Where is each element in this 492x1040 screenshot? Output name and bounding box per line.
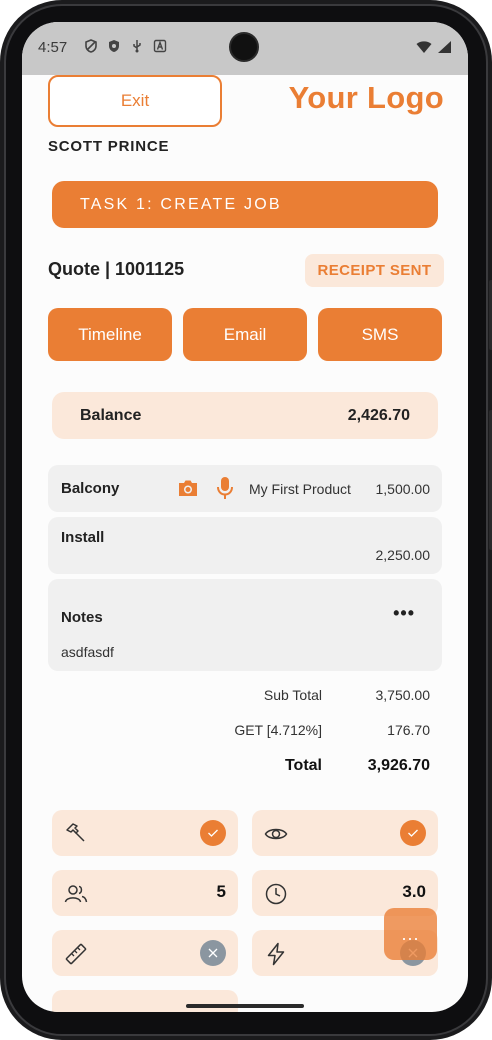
text-a-icon [153, 39, 167, 53]
line-item-price: 2,250.00 [375, 547, 431, 563]
people-count: 5 [216, 882, 226, 901]
microphone-icon[interactable] [214, 476, 236, 500]
lightning-icon [267, 942, 285, 966]
subtotal-value: 3,750.00 [375, 687, 431, 703]
line-item[interactable]: Balcony My First Product 1,500.00 [48, 465, 442, 512]
quote-actions: Timeline Email SMS [48, 308, 443, 361]
tile-ruler[interactable] [52, 930, 238, 976]
people-icon [64, 885, 88, 903]
signal-icon [438, 41, 451, 53]
notes-text: asdfasdf [61, 644, 114, 660]
line-item-name: Install [61, 529, 105, 546]
notes-menu-button[interactable]: ••• [393, 603, 415, 624]
line-item[interactable]: Install 2,250.00 [48, 517, 442, 574]
hammer-icon [66, 823, 85, 842]
status-bar: 4:57 [22, 22, 468, 75]
total-label: Total [284, 757, 322, 774]
status-time: 4:57 [38, 39, 68, 56]
email-button[interactable]: Email [183, 308, 307, 361]
notes-card: Notes ••• asdfasdf [48, 579, 442, 671]
timeline-button[interactable]: Timeline [48, 308, 172, 361]
close-icon[interactable] [200, 940, 226, 966]
total-row: Total 3,926.70 [48, 752, 442, 787]
ruler-icon [65, 943, 87, 965]
camera-icon[interactable] [177, 477, 199, 499]
phone-frame: 4:57 Exit Your Logo SCOTT PRINCE TASK 1:… [0, 0, 492, 1040]
wifi-icon [416, 41, 432, 53]
blocked-icon [85, 39, 97, 53]
subtotal-label: Sub Total [263, 687, 322, 703]
eye-icon [264, 828, 288, 840]
balance-row: Balance 2,426.70 [52, 392, 438, 439]
status-badge: RECEIPT SENT [305, 254, 444, 287]
clock-icon [265, 883, 287, 905]
sms-button[interactable]: SMS [318, 308, 442, 361]
tile-eye[interactable] [252, 810, 438, 856]
task-button[interactable]: TASK 1: CREATE JOB [52, 181, 438, 228]
tile-people[interactable]: 5 [52, 870, 238, 916]
tile-partial[interactable] [52, 990, 238, 1012]
line-item-price: 1,500.00 [375, 481, 431, 497]
shield-icon [109, 40, 119, 52]
app-screen: 4:57 Exit Your Logo SCOTT PRINCE TASK 1:… [22, 22, 468, 1012]
tile-hammer[interactable] [52, 810, 238, 856]
usb-icon [133, 40, 141, 53]
total-value: 3,926.70 [367, 757, 430, 774]
company-logo: Your Logo [288, 80, 444, 115]
line-item-name: Balcony [61, 480, 120, 497]
check-icon[interactable] [200, 820, 226, 846]
more-fab-button[interactable]: ... [384, 908, 437, 960]
subtotal-row: Sub Total 3,750.00 [48, 682, 442, 717]
front-camera [229, 32, 259, 62]
tax-row: GET [4.712%] 176.70 [48, 717, 442, 752]
notes-label: Notes [61, 609, 103, 626]
status-system-icons [416, 40, 452, 54]
status-notification-icons [84, 39, 167, 53]
home-indicator[interactable] [186, 1004, 304, 1008]
line-item-product: My First Product [249, 481, 351, 497]
hours-value: 3.0 [402, 882, 426, 901]
balance-value: 2,426.70 [347, 406, 410, 424]
tax-label: GET [4.712%] [234, 722, 322, 738]
exit-button[interactable]: Exit [48, 75, 222, 127]
tax-value: 176.70 [387, 722, 430, 738]
customer-name: SCOTT PRINCE [48, 138, 170, 155]
balance-label: Balance [80, 406, 142, 424]
totals-section: Sub Total 3,750.00 GET [4.712%] 176.70 T… [48, 682, 442, 787]
quote-title: Quote | 1001125 [48, 259, 185, 279]
check-icon[interactable] [400, 820, 426, 846]
